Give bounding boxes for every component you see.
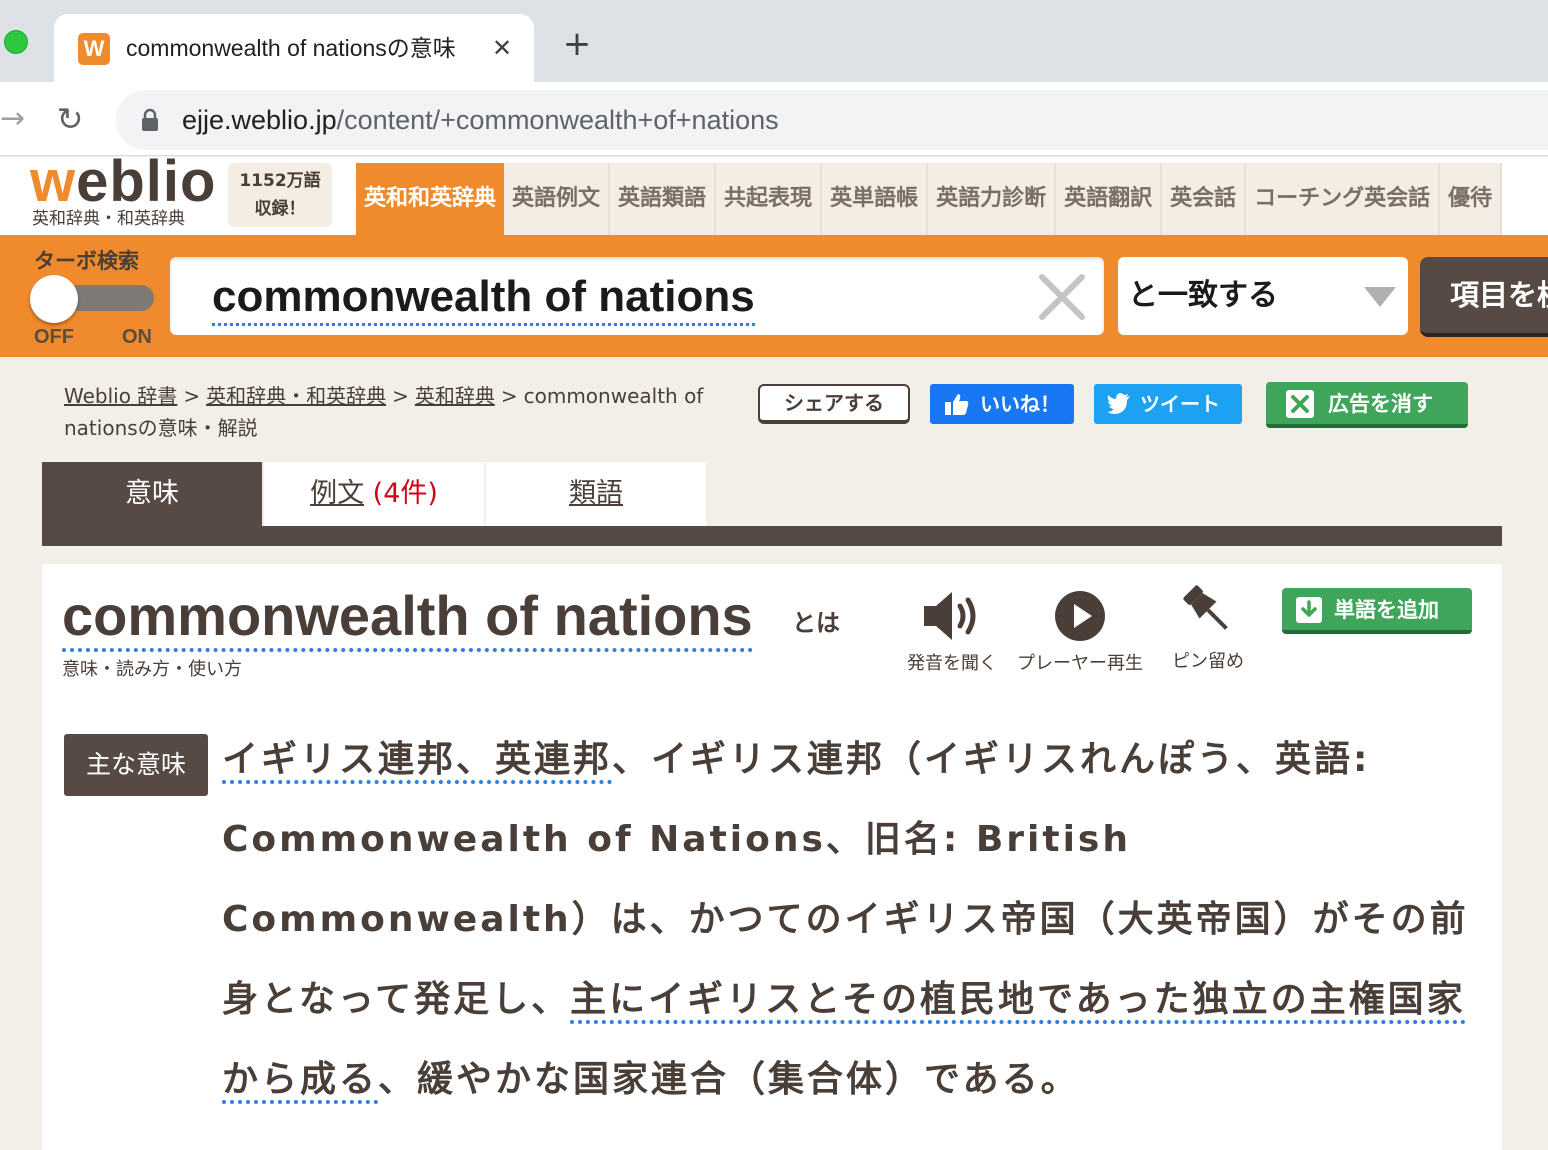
- new-tab-button[interactable]: +: [560, 27, 594, 61]
- address-bar[interactable]: ejje.weblio.jp/content/+commonwealth+of+…: [116, 90, 1548, 150]
- match-mode-select[interactable]: と一致する: [1118, 257, 1408, 335]
- remove-ads-label: 広告を消す: [1328, 392, 1433, 416]
- lock-icon: [142, 108, 158, 131]
- clear-icon[interactable]: [1036, 271, 1088, 323]
- tab-examples-count: (4件): [372, 478, 438, 509]
- reload-icon[interactable]: ↻: [50, 99, 90, 139]
- tab-meaning[interactable]: 意味: [42, 462, 262, 526]
- tab-examples[interactable]: 例文 (4件): [264, 462, 484, 526]
- tweet-button[interactable]: ツイート: [1094, 384, 1242, 424]
- play-icon: [1055, 591, 1105, 641]
- url-path: /content/+commonwealth+of+nations: [336, 105, 779, 135]
- add-word-label: 単語を追加: [1334, 598, 1439, 622]
- word-count-line2: 収録！: [254, 199, 306, 219]
- browser-tab-bar: W commonwealth of nationsの意味 ✕ +: [0, 0, 1548, 82]
- logo-wordmark: weblio: [30, 149, 217, 214]
- browser-tab[interactable]: W commonwealth of nationsの意味 ✕: [54, 14, 534, 82]
- search-submit-button[interactable]: 項目を検索: [1420, 257, 1548, 337]
- twitter-bird-icon: [1107, 393, 1130, 414]
- url-text: ejje.weblio.jp/content/+commonwealth+of+…: [182, 104, 779, 136]
- chevron-down-icon: [1364, 287, 1396, 307]
- breadcrumb-link-weblio[interactable]: Weblio 辞書: [64, 384, 177, 408]
- entry-panel: commonwealth of nations とは 意味・読み方・使い方 発音…: [42, 564, 1502, 1150]
- forward-arrow-icon[interactable]: →: [0, 102, 25, 136]
- word-count-badge: 1152万語 収録！: [228, 163, 332, 227]
- content-tabs: 意味 例文 (4件) 類語: [42, 462, 1502, 546]
- speaker-icon: [924, 592, 976, 640]
- nav-item-assessment[interactable]: 英語力診断: [928, 163, 1057, 235]
- breadcrumb-link-eiwa[interactable]: 英和辞典: [415, 384, 495, 408]
- nav-item-collocations[interactable]: 共起表現: [716, 163, 823, 235]
- close-tab-icon[interactable]: ✕: [486, 32, 518, 64]
- nav-item-conversation[interactable]: 英会話: [1162, 163, 1247, 235]
- main-nav: 英和和英辞典 英語例文 英語類語 共起表現 英単語帳 英語力診断 英語翻訳 英会…: [356, 163, 1503, 235]
- turbo-toggle-knob[interactable]: [30, 275, 78, 323]
- site-header: weblio 英和辞典・和英辞典 1152万語 収録！ 英和和英辞典 英語例文 …: [0, 153, 1548, 235]
- headword-suffix: とは: [792, 609, 840, 637]
- thumbs-up-icon: [945, 394, 969, 415]
- nav-item-synonyms[interactable]: 英語類語: [610, 163, 717, 235]
- tab-examples-label[interactable]: 例文: [310, 478, 364, 509]
- tweet-label: ツイート: [1140, 392, 1220, 416]
- pronunciation-label: 発音を聞く: [907, 653, 997, 674]
- url-host: ejje.weblio.jp: [182, 105, 337, 135]
- search-input[interactable]: commonwealth of nations: [170, 257, 1104, 335]
- breadcrumb: Weblio 辞書 > 英和辞典・和英辞典 > 英和辞典 > commonwealth of…: [64, 380, 754, 444]
- toggle-on-label: ON: [122, 326, 152, 348]
- download-icon: [1296, 597, 1322, 623]
- share-button[interactable]: シェアする: [758, 384, 910, 424]
- browser-toolbar: → ↻ ejje.weblio.jp/content/+commonwealth…: [0, 82, 1548, 156]
- main-meaning-badge: 主な意味: [64, 734, 208, 796]
- breadcrumb-link-ejje[interactable]: 英和辞典・和英辞典: [206, 384, 386, 408]
- facebook-like-button[interactable]: いいね！: [930, 384, 1074, 424]
- like-label: いいね！: [980, 392, 1060, 416]
- add-word-button[interactable]: 単語を追加: [1282, 588, 1472, 634]
- tabs-underline-bar: [42, 526, 1502, 546]
- headword-subtitle: 意味・読み方・使い方: [62, 659, 242, 680]
- tab-synonyms[interactable]: 類語: [486, 462, 706, 526]
- pin-button[interactable]: ピン留め: [1166, 578, 1250, 674]
- breadcrumb-separator: >: [392, 384, 409, 408]
- meaning-highlight-1: イギリス連邦、英連邦: [222, 739, 613, 784]
- breadcrumb-separator: >: [183, 384, 201, 408]
- player-button[interactable]: プレーヤー再生: [1010, 588, 1150, 676]
- match-mode-value: と一致する: [1128, 278, 1278, 313]
- tab-title: commonwealth of nationsの意味: [126, 35, 456, 61]
- toggle-off-label: OFF: [34, 326, 74, 348]
- breadcrumb-separator: >: [500, 384, 518, 408]
- pin-label: ピン留め: [1172, 651, 1244, 672]
- main-meaning-text: イギリス連邦、英連邦、イギリス連邦（イギリスれんぽう、英語: Commonwea…: [222, 720, 1482, 1120]
- pin-icon: [1183, 585, 1228, 630]
- word-count-line1: 1152万語: [239, 171, 321, 191]
- pronunciation-button[interactable]: 発音を聞く: [902, 588, 1002, 676]
- close-icon: [1286, 390, 1314, 418]
- tab-synonyms-label[interactable]: 類語: [569, 478, 623, 509]
- nav-item-translation[interactable]: 英語翻訳: [1056, 163, 1163, 235]
- player-label: プレーヤー再生: [1017, 653, 1143, 674]
- search-query: commonwealth of nations: [212, 271, 755, 326]
- window-maximize-button[interactable]: [4, 30, 28, 54]
- nav-item-coaching[interactable]: コーチング英会話: [1246, 163, 1441, 235]
- nav-item-examples[interactable]: 英語例文: [504, 163, 611, 235]
- weblio-logo[interactable]: weblio 英和辞典・和英辞典: [30, 153, 220, 235]
- weblio-favicon-icon: W: [78, 33, 110, 65]
- nav-item-dictionary[interactable]: 英和和英辞典: [356, 163, 505, 235]
- nav-item-perks[interactable]: 優待: [1440, 163, 1503, 235]
- meaning-body-2: 、緩やかな国家連合（集合体）である。: [378, 1059, 1080, 1100]
- turbo-search-label: ターボ検索: [34, 249, 139, 273]
- nav-item-wordbook[interactable]: 英単語帳: [822, 163, 929, 235]
- search-bar: ターボ検索 OFF ON commonwealth of nations と一致…: [0, 235, 1548, 357]
- headword: commonwealth of nations: [62, 584, 753, 652]
- remove-ads-button[interactable]: 広告を消す: [1266, 382, 1468, 428]
- logo-subtitle: 英和辞典・和英辞典: [32, 209, 185, 229]
